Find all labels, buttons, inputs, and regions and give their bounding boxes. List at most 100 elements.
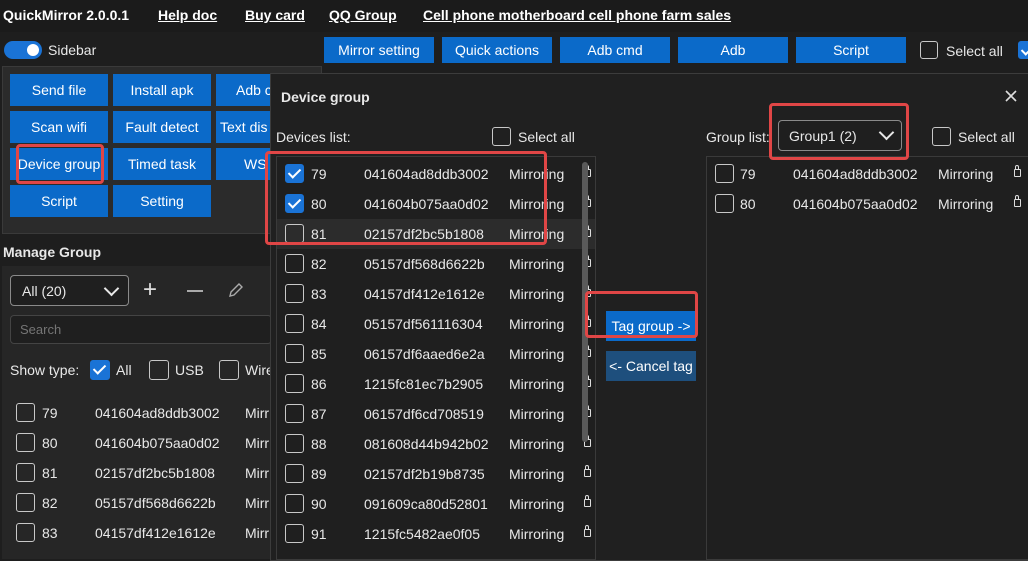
row-device-id: 041604b075aa0d02 [95, 435, 220, 451]
row-number: 90 [311, 496, 327, 512]
devices-select-all-label: Select all [518, 129, 575, 145]
row-checkbox[interactable] [285, 284, 304, 303]
row-status: Mirroring [509, 256, 565, 272]
group-device-row[interactable]: 80 041604b075aa0d02 Mirroring [707, 189, 1028, 219]
device-row[interactable]: 87 06157df6cd708519 Mirroring [277, 399, 595, 429]
manage-group-row[interactable]: 82 05157df568d6622b Mirr [0, 488, 270, 518]
group-device-list: 79 041604ad8ddb3002 Mirroring 80 041604b075a… [706, 156, 1028, 560]
devices-select-all-checkbox[interactable] [492, 127, 511, 146]
timed-task-button[interactable]: Timed task [113, 148, 211, 180]
install-apk-button[interactable]: Install apk [113, 74, 211, 106]
row-checkbox[interactable] [285, 464, 304, 483]
group-list-label: Group list: [706, 129, 770, 145]
adb-cmd-left-button[interactable]: Adb c [216, 74, 276, 106]
row-checkbox[interactable] [285, 434, 304, 453]
row-checkbox[interactable] [16, 433, 35, 452]
cancel-tag-button[interactable]: <- Cancel tag [606, 351, 696, 381]
row-number: 79 [42, 405, 58, 421]
row-checkbox[interactable] [715, 194, 734, 213]
top-select-all-checkbox[interactable] [920, 41, 938, 59]
row-device-id: 02157df2bc5b1808 [95, 465, 215, 481]
farm-sales-link[interactable]: Cell phone motherboard cell phone farm s… [423, 7, 731, 23]
row-checkbox[interactable] [285, 314, 304, 333]
row-status: Mirroring [509, 406, 565, 422]
manage-group-row[interactable]: 80 041604b075aa0d02 Mirr [0, 428, 270, 458]
adb-button[interactable]: Adb [678, 37, 788, 63]
adb-cmd-button[interactable]: Adb cmd [560, 37, 670, 63]
row-device-id: 05157df561116304 [364, 316, 483, 332]
group-filter-select[interactable]: All (20) [10, 275, 129, 306]
device-row[interactable]: 85 06157df6aaed6e2a Mirroring [277, 339, 595, 369]
close-icon[interactable] [1004, 89, 1018, 103]
setting-button[interactable]: Setting [113, 185, 211, 217]
row-checkbox[interactable] [285, 254, 304, 273]
device-row[interactable]: 88 081608d44b942b02 Mirroring [277, 429, 595, 459]
lock-icon [1014, 195, 1021, 207]
row-status: Mirr [245, 405, 270, 421]
quick-actions-button[interactable]: Quick actions [442, 37, 552, 63]
row-checkbox[interactable] [16, 523, 35, 542]
edit-icon[interactable] [227, 281, 245, 299]
row-number: 79 [740, 166, 756, 182]
row-status: Mirr [245, 525, 270, 541]
top-extra-checkbox[interactable] [1018, 41, 1028, 59]
device-row[interactable]: 82 05157df568d6622b Mirroring [277, 249, 595, 279]
device-row[interactable]: 83 04157df412e1612e Mirroring [277, 279, 595, 309]
mirror-setting-button[interactable]: Mirror setting [324, 37, 434, 63]
app-title: QuickMirror 2.0.0.1 [3, 7, 130, 23]
lock-icon [1014, 165, 1021, 177]
search-input[interactable] [10, 315, 272, 344]
row-checkbox[interactable] [285, 404, 304, 423]
device-row[interactable]: 86 1215fc81ec7b2905 Mirroring [277, 369, 595, 399]
row-number: 82 [42, 495, 58, 511]
row-device-id: 041604ad8ddb3002 [95, 405, 220, 421]
row-checkbox[interactable] [285, 344, 304, 363]
highlight-tag-button [585, 291, 698, 338]
device-row[interactable]: 91 1215fc5482ae0f05 Mirroring [277, 519, 595, 549]
device-row[interactable]: 89 02157df2b19b8735 Mirroring [277, 459, 595, 489]
row-checkbox[interactable] [285, 524, 304, 543]
manage-group-row[interactable]: 81 02157df2bc5b1808 Mirr [0, 458, 270, 488]
row-checkbox[interactable] [285, 374, 304, 393]
buy-card-link[interactable]: Buy card [245, 7, 305, 23]
row-number: 89 [311, 466, 327, 482]
row-checkbox[interactable] [16, 403, 35, 422]
help-doc-link[interactable]: Help doc [158, 7, 217, 23]
lock-icon [584, 495, 591, 507]
script-button[interactable]: Script [10, 185, 108, 217]
row-device-id: 05157df568d6622b [364, 256, 485, 272]
row-number: 91 [311, 526, 327, 542]
row-number: 81 [42, 465, 58, 481]
row-checkbox[interactable] [715, 164, 734, 183]
row-checkbox[interactable] [16, 493, 35, 512]
row-checkbox[interactable] [16, 463, 35, 482]
group-select-all-checkbox[interactable] [932, 127, 951, 146]
qq-group-link[interactable]: QQ Group [329, 7, 397, 23]
row-number: 80 [42, 435, 58, 451]
remove-icon[interactable] [187, 290, 203, 292]
row-status: Mirroring [509, 346, 565, 362]
row-number: 84 [311, 316, 327, 332]
manage-group-row[interactable]: 83 04157df412e1612e Mirr [0, 518, 270, 548]
send-file-button[interactable]: Send file [10, 74, 108, 106]
row-device-id: 1215fc81ec7b2905 [364, 376, 484, 392]
row-checkbox[interactable] [285, 494, 304, 513]
text-display-button[interactable]: Text dis [216, 111, 276, 143]
type-all-label: All [116, 362, 132, 378]
type-wire-checkbox[interactable] [219, 360, 239, 380]
scan-wifi-button[interactable]: Scan wifi [10, 111, 108, 143]
device-row[interactable]: 90 091609ca80d52801 Mirroring [277, 489, 595, 519]
devices-list-label: Devices list: [276, 129, 351, 145]
group-device-row[interactable]: 79 041604ad8ddb3002 Mirroring [707, 159, 1028, 189]
row-number: 85 [311, 346, 327, 362]
fault-detect-button[interactable]: Fault detect [113, 111, 211, 143]
show-type-label: Show type: [10, 362, 80, 378]
type-all-checkbox[interactable] [90, 360, 110, 380]
highlight-group-select [769, 103, 909, 160]
script-top-button[interactable]: Script [796, 37, 906, 63]
manage-group-row[interactable]: 79 041604ad8ddb3002 Mirr [0, 398, 270, 428]
sidebar-toggle[interactable] [4, 41, 42, 59]
device-row[interactable]: 84 05157df561116304 Mirroring [277, 309, 595, 339]
add-icon[interactable]: + [143, 276, 157, 304]
type-usb-checkbox[interactable] [149, 360, 169, 380]
